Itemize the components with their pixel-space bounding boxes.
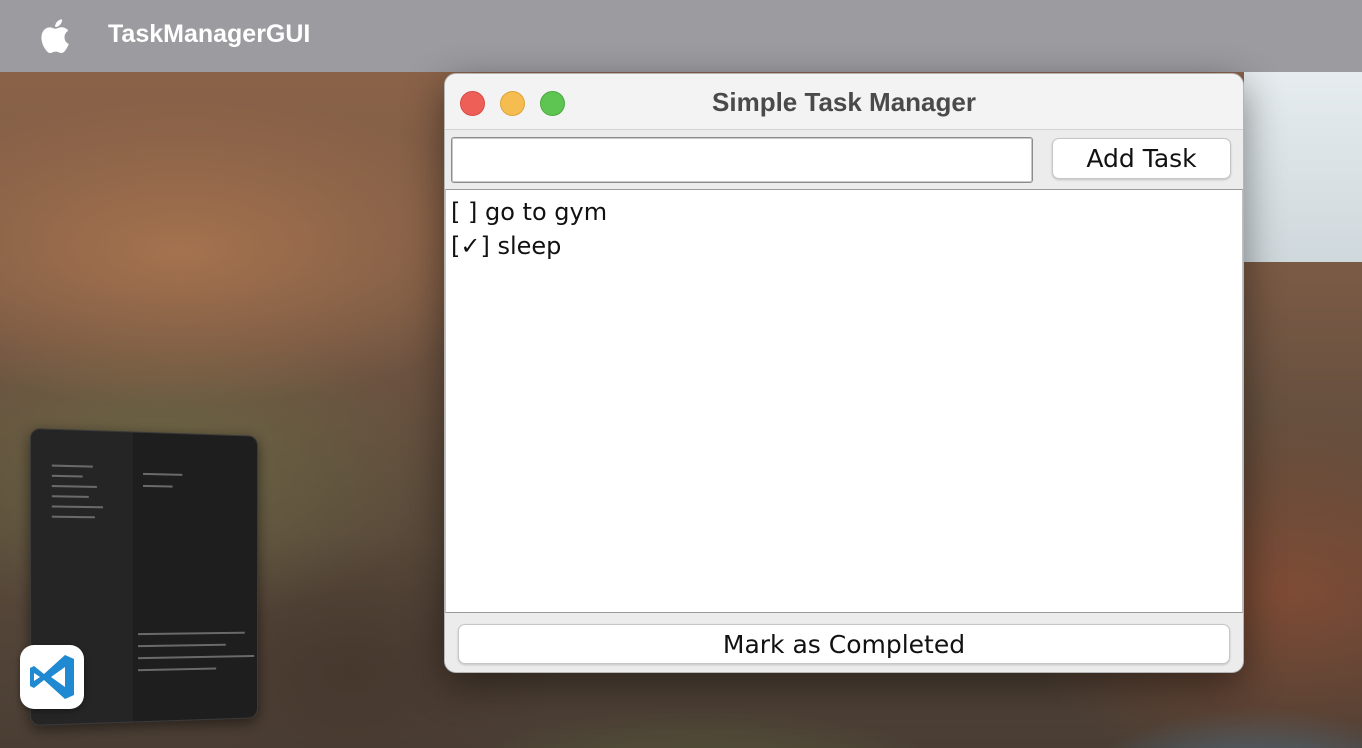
menu-app-name[interactable]: TaskManagerGUI [108, 20, 310, 49]
task-manager-window: Simple Task Manager Add Task [ ] go to g… [444, 73, 1244, 673]
mark-completed-button[interactable]: Mark as Completed [458, 624, 1230, 664]
add-task-button[interactable]: Add Task [1052, 138, 1231, 179]
window-title: Simple Task Manager [712, 87, 976, 117]
window-titlebar[interactable]: Simple Task Manager [445, 74, 1243, 130]
bottom-button-bar: Mark as Completed [445, 614, 1243, 672]
task-input[interactable] [451, 137, 1033, 183]
apple-logo-icon[interactable] [38, 18, 70, 54]
task-input-row: Add Task [445, 131, 1243, 189]
wallpaper-sky [1244, 72, 1362, 262]
task-item[interactable]: [ ] go to gym [446, 195, 1242, 229]
task-list[interactable]: [ ] go to gym [✓] sleep [445, 189, 1243, 613]
task-item[interactable]: [✓] sleep [446, 229, 1242, 263]
menu-bar: TaskManagerGUI [0, 0, 1362, 72]
vscode-icon[interactable] [20, 645, 84, 709]
